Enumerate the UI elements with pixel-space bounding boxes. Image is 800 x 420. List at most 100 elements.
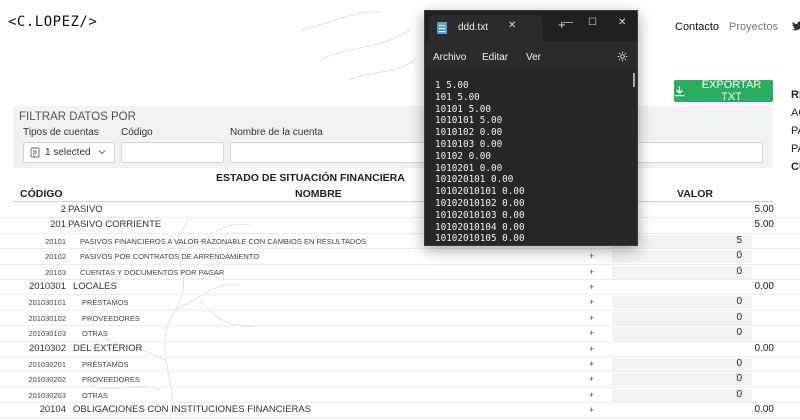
row-name: CUENTAS Y DOCUMENTOS POR PAGAR xyxy=(80,267,225,277)
menu-ver[interactable]: Ver xyxy=(526,52,541,63)
codigo-label: Código xyxy=(121,127,153,138)
notepad-titlebar[interactable]: ddd.txt ✕ + — ☐ ✕ xyxy=(425,11,637,41)
notepad-tab-name: ddd.txt xyxy=(458,22,489,33)
expand-plus-icon[interactable]: + xyxy=(589,344,594,354)
row-value: 0 xyxy=(736,327,742,339)
accounts-table: 2 PASIVO 5.00 201 PASIVO CORRIENTE 5.00 20101 P… xyxy=(0,203,800,419)
notepad-line: 10102010102 0.00 xyxy=(435,198,525,209)
notepad-line: 1010201 0.00 xyxy=(435,162,503,174)
row-code: 201030201 xyxy=(28,359,66,369)
row-total: 0.00 xyxy=(754,404,774,416)
nav-contacto[interactable]: Contacto xyxy=(675,21,719,33)
row-name: PASIVO CORRIENTE xyxy=(68,219,162,231)
row-total: 5.00 xyxy=(754,204,774,215)
expand-plus-icon[interactable]: + xyxy=(589,374,594,384)
row-code: 20104 xyxy=(39,404,66,416)
notepad-line: 101 5.00 xyxy=(435,91,480,103)
table-row: 201030203 OTRAS +0 xyxy=(0,388,800,404)
row-code: 20102 xyxy=(45,252,66,262)
notepad-line: 10102010104 0.00 xyxy=(435,221,525,233)
download-icon xyxy=(674,85,685,96)
maximize-icon[interactable]: ☐ xyxy=(588,17,597,28)
column-header-codigo: CÓDIGO xyxy=(20,188,63,200)
row-code: 201 xyxy=(50,219,66,231)
notepad-line: 10102010101 0.00 xyxy=(435,186,525,198)
row-total: 0.00 xyxy=(754,342,774,354)
tipos-cuentas-value: 1 selected xyxy=(45,147,91,158)
notepad-line: 1010102 0.00 xyxy=(435,127,503,139)
header-divider xyxy=(13,201,773,202)
row-name: PASIVOS FINANCIEROS A VALOR RAZONABLE CO… xyxy=(80,236,367,246)
side-letter: PA xyxy=(791,125,800,137)
table-row: 2010301 LOCALES +0.00 xyxy=(0,280,800,296)
row-value: 0 xyxy=(736,311,742,323)
table-row: 20103 CUENTAS Y DOCUMENTOS POR PAGAR +0 xyxy=(0,265,800,280)
side-panel-truncated: RE AC PA PA CU xyxy=(791,86,800,176)
report-title: ESTADO DE SITUACIÓN FINANCIERA xyxy=(216,172,405,184)
notepad-line: 101020101 0.00 xyxy=(435,174,514,186)
codigo-input[interactable] xyxy=(121,142,224,163)
row-name: LOCALES xyxy=(73,280,117,292)
table-row: 201030201 PRÉSTAMOS +0 xyxy=(0,357,800,373)
row-name: PASIVO xyxy=(68,204,103,215)
expand-plus-icon[interactable]: + xyxy=(589,267,594,277)
table-row: 201030102 PROVEEDORES +0 xyxy=(0,311,800,327)
notepad-scrollbar[interactable] xyxy=(633,73,635,87)
menu-archivo[interactable]: Archivo xyxy=(433,52,466,63)
expand-plus-icon[interactable]: + xyxy=(589,390,594,400)
expand-plus-icon[interactable]: + xyxy=(589,359,594,369)
side-letter: PA xyxy=(791,143,800,155)
table-row: 201030101 PRÉSTAMOS +0 xyxy=(0,295,800,311)
side-letter: AC xyxy=(791,107,800,119)
notepad-line: 10101 5.00 xyxy=(435,103,491,115)
table-row: 201030103 OTRAS +0 xyxy=(0,326,800,342)
row-total: 0.00 xyxy=(754,280,774,292)
close-tab-icon[interactable]: ✕ xyxy=(508,20,516,31)
expand-plus-icon[interactable]: + xyxy=(589,405,594,415)
expand-plus-icon[interactable]: + xyxy=(589,313,594,323)
column-header-valor: VALOR xyxy=(677,188,713,200)
top-navigation: Contacto Proyectos xyxy=(675,21,800,33)
row-name: PROVEEDORES xyxy=(82,313,140,323)
expand-plus-icon[interactable]: + xyxy=(589,251,594,261)
row-value: 0 xyxy=(736,250,742,262)
tipos-cuentas-select[interactable]: 1 selected xyxy=(23,142,115,163)
list-icon xyxy=(30,147,40,158)
site-logo[interactable]: <C.LOPEZ/> xyxy=(8,14,97,30)
notepad-window[interactable]: ddd.txt ✕ + — ☐ ✕ Archivo Editar Ver 1 5… xyxy=(424,10,638,246)
notepad-line: 1010103 0.00 xyxy=(435,139,503,150)
table-row: 2010302 DEL EXTERIOR +0.00 xyxy=(0,342,800,357)
nav-proyectos[interactable]: Proyectos xyxy=(729,21,778,33)
notepad-line: 10102 0.00 xyxy=(435,150,491,162)
notepad-line: 10102010103 0.00 xyxy=(435,209,525,221)
notepad-line: 1 5.00 xyxy=(435,80,469,91)
row-name: OTRAS xyxy=(82,390,108,400)
row-name: PRÉSTAMOS xyxy=(82,359,129,369)
export-txt-button[interactable]: EXPORTAR TXT xyxy=(674,79,773,103)
row-code: 201030101 xyxy=(28,298,66,308)
tipos-cuentas-label: Tipos de cuentas xyxy=(23,127,99,138)
notepad-text-area[interactable]: 1 5.00 101 5.00 10101 5.00 1010101 5.00 1010… xyxy=(425,69,637,246)
notepad-file-icon xyxy=(437,22,447,34)
table-row: 2 PASIVO 5.00 xyxy=(0,203,800,219)
notepad-line: 10102010106 0.00 xyxy=(435,245,525,246)
row-code: 201030203 xyxy=(28,390,66,400)
expand-plus-icon[interactable]: + xyxy=(589,297,594,307)
row-name: PROVEEDORES xyxy=(82,375,140,385)
row-code: 2 xyxy=(60,204,66,215)
notepad-menubar: Archivo Editar Ver xyxy=(425,41,637,69)
gear-icon[interactable] xyxy=(617,51,628,65)
menu-editar[interactable]: Editar xyxy=(482,52,508,63)
row-value: 0 xyxy=(736,296,742,308)
chevron-down-icon xyxy=(98,148,106,157)
expand-plus-icon[interactable]: + xyxy=(589,282,594,292)
twitter-icon[interactable] xyxy=(792,21,800,34)
row-name: PASIVOS POR CONTRATOS DE ARRENDAMIENTO xyxy=(80,252,260,262)
expand-plus-icon[interactable]: + xyxy=(589,328,594,338)
row-value: 0 xyxy=(736,373,742,385)
close-window-icon[interactable]: ✕ xyxy=(618,17,626,28)
notepad-tab[interactable]: ddd.txt ✕ xyxy=(429,15,543,41)
minimize-icon[interactable]: — xyxy=(563,17,573,28)
row-code: 201030102 xyxy=(28,313,66,323)
notepad-line: 1010101 5.00 xyxy=(435,115,503,127)
